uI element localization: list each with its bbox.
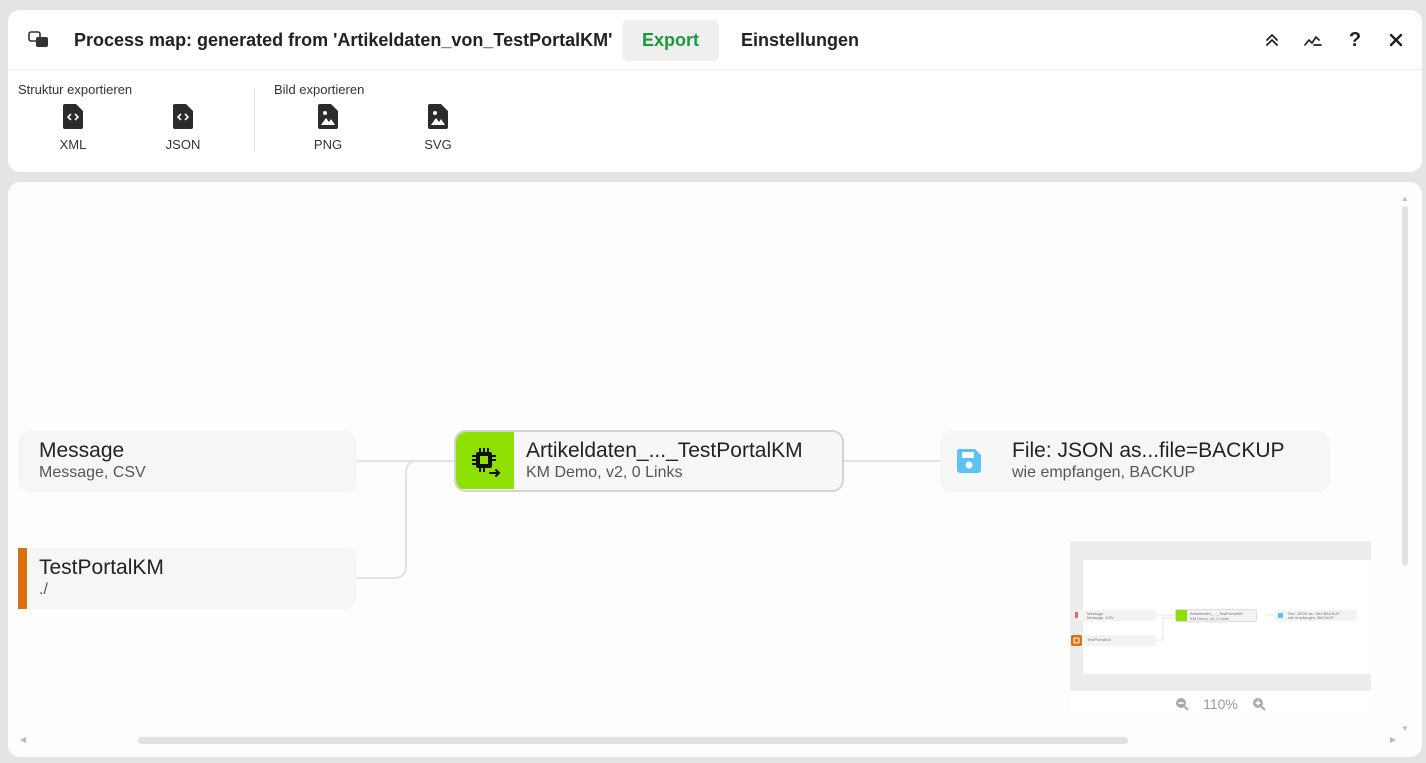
scroll-left-arrow-icon[interactable]: ◀ [20,735,26,744]
minimap-node-file: File: JSON as...file=BACKUP wie empfange… [1275,610,1357,621]
export-png-button[interactable]: PNG [293,104,363,152]
edge-portal-center [357,460,454,579]
node-file[interactable]: File: JSON as...file=BACKUP wie empfange… [940,431,1330,492]
portal-accent-bar [18,548,27,609]
zoom-level: 110% [1203,696,1238,712]
code-file-icon [173,104,193,134]
close-icon[interactable] [1383,27,1409,53]
minimap[interactable]: Message Message, CSV TestPortalKM Artike… [1070,541,1371,716]
vertical-scrollbar[interactable] [1402,206,1408,566]
node-subtitle: Message, CSV [39,464,146,481]
node-title: File: JSON as...file=BACKUP [1012,439,1285,462]
scroll-down-arrow-icon[interactable]: ▼ [1401,724,1409,733]
tab-settings[interactable]: Einstellungen [721,20,879,61]
processor-chip-icon [456,432,514,489]
minimap-portal-marker [1071,635,1082,646]
export-json-label: JSON [165,137,201,152]
node-title: TestPortalKM [39,556,164,579]
export-json-button[interactable]: JSON [148,104,218,152]
page-title: Process map: generated from 'Artikeldate… [74,30,613,50]
minimap-node-portal: TestPortalKM [1077,635,1156,646]
node-portal[interactable]: TestPortalKM ./ [18,548,357,609]
code-file-icon [63,104,83,134]
chart-line-icon[interactable] [1300,27,1326,53]
node-title: Message [39,439,125,462]
header-bar: Process map: generated from 'Artikeldate… [8,10,1422,70]
minimap-node-processor: Artikeldaten_..._TestPortalKM KM Demo, v… [1175,609,1257,622]
node-subtitle: wie empfangen, BACKUP [1012,464,1196,481]
export-xml-label: XML [59,137,87,152]
zoom-in-icon[interactable] [1252,697,1266,711]
collapse-up-icon[interactable] [1259,27,1285,53]
horizontal-scrollbar[interactable] [138,737,1128,744]
export-png-label: PNG [313,137,343,152]
node-title: Artikeldaten_..._TestPortalKM [526,439,803,462]
scroll-right-arrow-icon[interactable]: ▶ [1390,735,1396,744]
scroll-up-arrow-icon[interactable]: ▲ [1401,194,1409,203]
minimap-viewport[interactable]: Message Message, CSV TestPortalKM Artike… [1070,541,1371,691]
export-panel: Process map: generated from 'Artikeldate… [8,10,1422,172]
image-file-icon [428,104,448,134]
node-message[interactable]: Message Message, CSV [18,431,357,492]
structure-export-label: Struktur exportieren [18,82,133,97]
tab-export[interactable]: Export [622,20,720,61]
help-icon[interactable]: ? [1342,27,1368,53]
export-xml-button[interactable]: XML [38,104,108,152]
zoom-out-icon[interactable] [1175,697,1189,711]
minimap-content: Message Message, CSV TestPortalKM Artike… [1071,560,1371,674]
save-disk-icon [956,448,982,479]
image-export-label: Bild exportieren [274,82,365,97]
minimap-message-marker [1075,612,1078,618]
export-svg-button[interactable]: SVG [403,104,473,152]
minimap-zoom-controls: 110% [1070,693,1371,715]
node-subtitle: KM Demo, v2, 0 Links [526,464,683,481]
group-divider [254,88,255,152]
image-file-icon [318,104,338,134]
minimap-node-message: Message Message, CSV [1077,610,1156,621]
node-subtitle: ./ [39,581,48,598]
process-map-icon [28,31,50,49]
process-map-canvas[interactable]: Message Message, CSV TestPortalKM ./ Art… [8,182,1422,757]
node-processor[interactable]: Artikeldaten_..._TestPortalKM KM Demo, v… [454,430,844,492]
export-svg-label: SVG [424,137,452,152]
